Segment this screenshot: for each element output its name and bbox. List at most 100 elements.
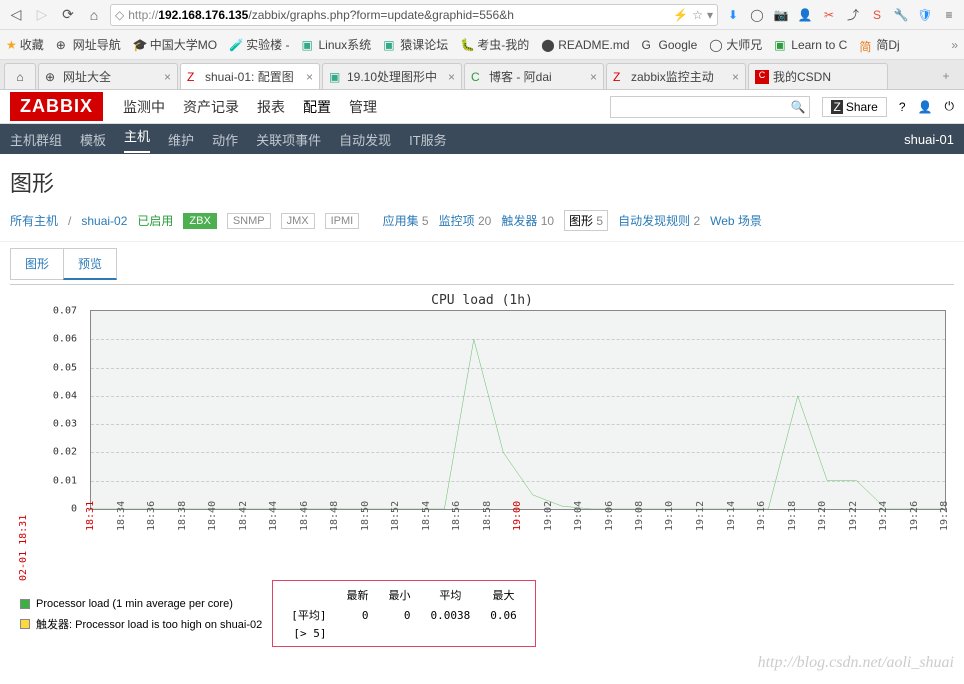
close-icon[interactable]: × bbox=[306, 70, 313, 84]
menu-caret-icon[interactable]: ▾ bbox=[707, 8, 713, 22]
flash-icon[interactable]: ⚡ bbox=[673, 8, 688, 22]
bookmark-item[interactable]: ▣Linux系统 bbox=[301, 36, 371, 53]
bookmarks-overflow[interactable]: » bbox=[951, 38, 958, 52]
nav-reports[interactable]: 报表 bbox=[257, 97, 285, 117]
breadcrumb: 所有主机 / shuai-02 已启用 ZBX SNMP JMX IPMI 应用… bbox=[0, 206, 964, 242]
browser-tabs: ⌂ ⊕网址大全× Zshuai-01: 配置图× ▣19.10处理图形中× C博… bbox=[0, 60, 964, 90]
link-applications[interactable]: 应用集 5 bbox=[383, 212, 429, 229]
scissors-icon[interactable]: ✂ bbox=[820, 6, 838, 24]
reload-button[interactable]: ⟳ bbox=[58, 5, 78, 25]
zabbix-logo[interactable]: ZABBIX bbox=[10, 92, 103, 121]
subnav-hostgroups[interactable]: 主机群组 bbox=[10, 130, 62, 149]
link-triggers[interactable]: 触发器 10 bbox=[501, 212, 554, 229]
browser-tab[interactable]: C我的CSDN bbox=[748, 63, 888, 89]
home-icon: ⌂ bbox=[16, 70, 23, 84]
tool-icon-2[interactable]: 👤 bbox=[796, 6, 814, 24]
back-button[interactable]: ◁ bbox=[6, 5, 26, 25]
bookmark-item[interactable]: 🎓中国大学MO bbox=[133, 36, 217, 53]
tool-icon-3[interactable]: ⤴ bbox=[844, 6, 862, 24]
link-discovery[interactable]: 自动发现规则 2 bbox=[618, 212, 700, 229]
fav-icon: ▣ bbox=[329, 70, 343, 84]
browser-tab[interactable]: Zshuai-01: 配置图× bbox=[180, 63, 320, 89]
home-button[interactable]: ⌂ bbox=[84, 5, 104, 25]
user-icon[interactable]: 👤 bbox=[918, 100, 933, 114]
bookmarks-bar: ★收藏 ⊕网址导航 🎓中国大学MO 🧪实验楼 - ▣Linux系统 ▣猿课论坛 … bbox=[0, 30, 964, 60]
subtab-graph[interactable]: 图形 bbox=[10, 248, 64, 280]
search-input[interactable] bbox=[615, 100, 790, 114]
crumb-all-hosts[interactable]: 所有主机 bbox=[10, 212, 58, 229]
bookmark-item[interactable]: GGoogle bbox=[642, 38, 698, 52]
legend-swatch-icon bbox=[20, 619, 30, 629]
url-prefix: http:// bbox=[128, 8, 158, 22]
bookmark-item[interactable]: 简简Dj bbox=[859, 36, 899, 53]
shield-icon: ◇ bbox=[115, 8, 124, 22]
tool-icon-5[interactable]: 🔧 bbox=[892, 6, 910, 24]
forward-button[interactable]: ▷ bbox=[32, 5, 52, 25]
share-button[interactable]: ZShare bbox=[822, 97, 886, 117]
bookmark-item[interactable]: ⬤README.md bbox=[541, 38, 629, 52]
subnav-actions[interactable]: 动作 bbox=[212, 130, 238, 149]
crumb-host[interactable]: shuai-02 bbox=[81, 214, 127, 228]
tool-icon-4[interactable]: S bbox=[868, 6, 886, 24]
subnav-maintenance[interactable]: 维护 bbox=[168, 130, 194, 149]
search-icon[interactable]: 🔍 bbox=[791, 100, 806, 114]
browser-tab[interactable]: C博客 - 阿dai× bbox=[464, 63, 604, 89]
nav-admin[interactable]: 管理 bbox=[349, 97, 377, 117]
menu-icon[interactable]: ≡ bbox=[940, 6, 958, 24]
badge-jmx: JMX bbox=[281, 213, 315, 229]
close-icon[interactable]: × bbox=[732, 70, 739, 84]
bookmark-item[interactable]: ★收藏 bbox=[6, 36, 44, 53]
link-items[interactable]: 监控项 20 bbox=[439, 212, 492, 229]
search-box[interactable]: 🔍 bbox=[610, 96, 810, 118]
new-tab-button[interactable]: + bbox=[934, 63, 958, 89]
zabbix-icon: Z bbox=[613, 70, 627, 84]
bookmark-item[interactable]: ▣猿课论坛 bbox=[383, 36, 448, 53]
subtab-preview[interactable]: 预览 bbox=[63, 248, 117, 280]
close-icon[interactable]: × bbox=[590, 70, 597, 84]
bookmark-item[interactable]: 🐛考虫-我的 bbox=[460, 36, 529, 53]
star-icon: ★ bbox=[6, 38, 17, 52]
watermark: http://blog.csdn.net/aoli_shuai bbox=[758, 654, 954, 672]
address-bar[interactable]: ◇ http:// 192.168.176.135 /zabbix/graphs… bbox=[110, 4, 718, 26]
bookmark-item[interactable]: ⊕网址导航 bbox=[56, 36, 121, 53]
bookmark-item[interactable]: ▣Learn to C bbox=[774, 38, 847, 52]
camera-icon[interactable]: 📷 bbox=[772, 6, 790, 24]
browser-tab[interactable]: Zzabbix监控主动× bbox=[606, 63, 746, 89]
power-icon[interactable]: ⏻ bbox=[945, 99, 955, 114]
close-icon[interactable]: × bbox=[448, 70, 455, 84]
graph-subtabs: 图形 预览 bbox=[0, 242, 964, 280]
zabbix-icon: Z bbox=[187, 70, 201, 84]
star-icon[interactable]: ☆ bbox=[692, 8, 703, 22]
browser-tab[interactable]: ⊕网址大全× bbox=[38, 63, 178, 89]
badge-zbx: ZBX bbox=[183, 213, 216, 229]
x-start-date: 02-01 18:31 bbox=[18, 515, 29, 581]
subnav-hosts[interactable]: 主机 bbox=[124, 126, 150, 153]
url-host: 192.168.176.135 bbox=[158, 8, 248, 22]
shield-tool-icon[interactable]: 🛡 bbox=[916, 6, 934, 24]
csdn-icon: C bbox=[755, 70, 769, 84]
tool-icon-1[interactable]: ◯ bbox=[748, 6, 766, 24]
link-graphs[interactable]: 图形 5 bbox=[564, 210, 608, 231]
close-icon[interactable]: × bbox=[164, 70, 171, 84]
download-icon[interactable]: ⬇ bbox=[724, 6, 742, 24]
subnav-templates[interactable]: 模板 bbox=[80, 130, 106, 149]
nav-configuration[interactable]: 配置 bbox=[303, 97, 331, 117]
help-icon[interactable]: ? bbox=[899, 100, 906, 114]
browser-tab[interactable]: ▣19.10处理图形中× bbox=[322, 63, 462, 89]
nav-inventory[interactable]: 资产记录 bbox=[183, 97, 239, 117]
subnav-itservices[interactable]: IT服务 bbox=[409, 130, 447, 149]
subnav-correlation[interactable]: 关联项事件 bbox=[256, 130, 321, 149]
legend-trigger: 触发器: Processor load is too high on shuai… bbox=[20, 616, 262, 632]
link-web[interactable]: Web 场景 bbox=[710, 212, 762, 229]
bookmark-item[interactable]: ◯大师兄 bbox=[709, 36, 762, 53]
url-path: /zabbix/graphs.php?form=update&graphid=5… bbox=[248, 8, 514, 22]
enabled-label: 已启用 bbox=[137, 212, 173, 229]
home-tab[interactable]: ⌂ bbox=[4, 63, 36, 89]
main-nav: 监测中 资产记录 报表 配置 管理 bbox=[123, 97, 377, 117]
chart-plot: 00.010.020.030.040.050.060.0718:3118:341… bbox=[80, 310, 946, 540]
nav-monitoring[interactable]: 监测中 bbox=[123, 97, 165, 117]
subnav-discovery[interactable]: 自动发现 bbox=[339, 130, 391, 149]
bookmark-item[interactable]: 🧪实验楼 - bbox=[229, 36, 289, 53]
fav-icon: 🧪 bbox=[229, 38, 243, 52]
sub-nav: 主机群组 模板 主机 维护 动作 关联项事件 自动发现 IT服务 shuai-0… bbox=[0, 124, 964, 154]
